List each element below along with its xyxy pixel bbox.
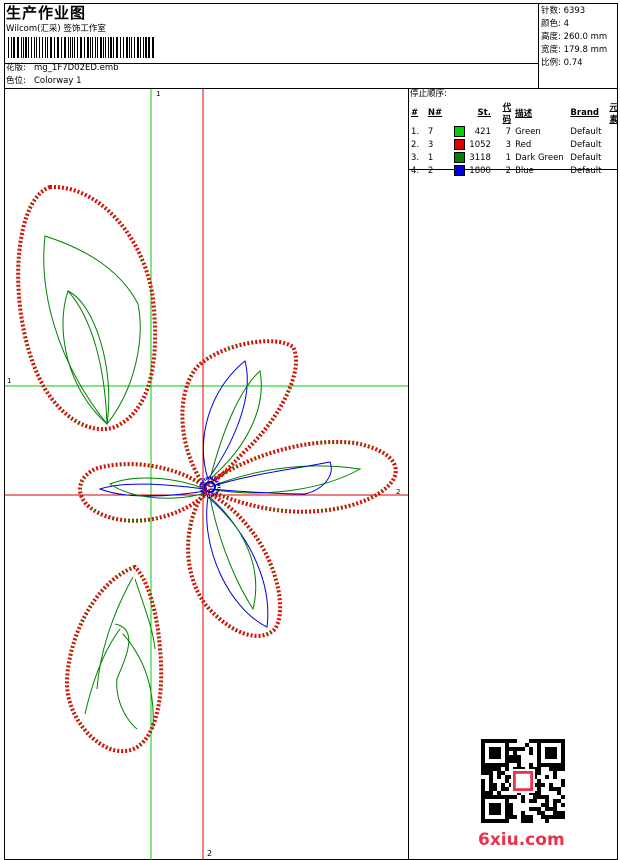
cell-desc: Green: [515, 126, 541, 137]
cell-seq: 3.: [411, 152, 420, 163]
col-desc: 描述: [515, 109, 533, 119]
cell-element: [607, 138, 620, 151]
colorway-name: Colorway 1: [34, 76, 82, 86]
col-element: 元素: [609, 103, 618, 125]
petal-right: [203, 440, 398, 514]
colorway-label: 色位:: [6, 76, 26, 86]
cell-element: [607, 164, 620, 177]
cell-n: 3: [427, 139, 434, 150]
page-title: 生产作业图: [6, 4, 87, 22]
cell-desc: Red: [515, 139, 532, 150]
cell-seq: 4.: [411, 165, 420, 176]
col-seq: #: [411, 108, 419, 118]
color-row: 4. 2 1800 2 Blue Default: [409, 164, 620, 177]
petal-upper: [180, 339, 299, 490]
cell-n: 2: [427, 165, 434, 176]
cell-stitches: 1052: [469, 140, 491, 150]
cell-n: 1: [427, 152, 434, 163]
color-swatch: [453, 165, 465, 176]
color-row: 3. 1 3118 1 Dark Green Default: [409, 151, 620, 164]
cell-brand: Default: [570, 126, 602, 137]
col-stitches: St.: [477, 108, 491, 118]
cell-seq: 1.: [411, 126, 420, 137]
color-row: 1. 7 421 7 Green Default: [409, 125, 620, 138]
cell-swatch: 421: [452, 125, 493, 138]
cell-element: [607, 125, 620, 138]
axis-label-green-v: 1: [156, 90, 160, 98]
cell-brand: Default: [570, 139, 602, 150]
color-table: # N# St. 代码 描述 Brand 元素 1. 7 421 7 Green Defa…: [409, 101, 620, 177]
design-label: 花版:: [6, 63, 26, 73]
cell-swatch: 3118: [452, 151, 493, 164]
leaf-upper-left: [16, 184, 158, 432]
cell-seq: 2.: [411, 139, 420, 150]
petal-lower: [186, 488, 283, 638]
embroidery-preview: 1 1 2 2: [5, 89, 408, 860]
stat-width: 宽度: 179.8 mm: [541, 45, 608, 55]
axis-label-red-v: 2: [207, 849, 212, 858]
cell-brand: Default: [570, 165, 602, 176]
stat-colors: 颜色: 4: [541, 19, 569, 29]
col-code: 代码: [502, 103, 512, 125]
cell-desc: Dark Green: [515, 152, 564, 163]
company-name: Wilcom(汇采) 签饰工作室: [6, 24, 106, 34]
cell-n: 7: [427, 126, 434, 137]
color-table-header: # N# St. 代码 描述 Brand 元素: [409, 101, 620, 125]
stat-stitches: 针数: 6393: [541, 6, 586, 16]
leaf-lower-left: [64, 564, 164, 754]
cell-code: 3: [505, 139, 512, 150]
color-swatch: [453, 126, 465, 137]
cell-code: 1: [505, 152, 512, 163]
cell-stitches: 3118: [469, 153, 491, 163]
cell-desc: Blue: [515, 165, 534, 176]
petal-left: [78, 462, 207, 523]
color-swatch: [453, 139, 465, 150]
col-n: N#: [427, 108, 443, 118]
barcode-icon: [8, 37, 154, 58]
axis-label-red-h: 2: [396, 488, 400, 496]
design-file: mg_1F7D02ED.emb: [34, 63, 119, 73]
axis-label-green-h: 1: [7, 377, 11, 385]
color-row: 2. 3 1052 3 Red Default: [409, 138, 620, 151]
stop-sequence-title: 停止顺序:: [410, 89, 447, 99]
cell-swatch: 1052: [452, 138, 493, 151]
stat-height: 高度: 260.0 mm: [541, 32, 608, 42]
cell-swatch: 1800: [452, 164, 493, 177]
col-brand: Brand: [570, 108, 599, 118]
cell-element: [607, 151, 620, 164]
cell-code: 7: [505, 126, 512, 137]
cell-stitches: 421: [474, 127, 491, 137]
color-swatch: [453, 152, 465, 163]
stat-scale: 比例: 0.74: [541, 58, 583, 68]
cell-stitches: 1800: [469, 166, 491, 176]
watermark-site: 6xiu.com: [478, 830, 565, 850]
cell-brand: Default: [570, 152, 602, 163]
cell-code: 2: [505, 165, 512, 176]
qr-code-icon: [481, 739, 565, 823]
